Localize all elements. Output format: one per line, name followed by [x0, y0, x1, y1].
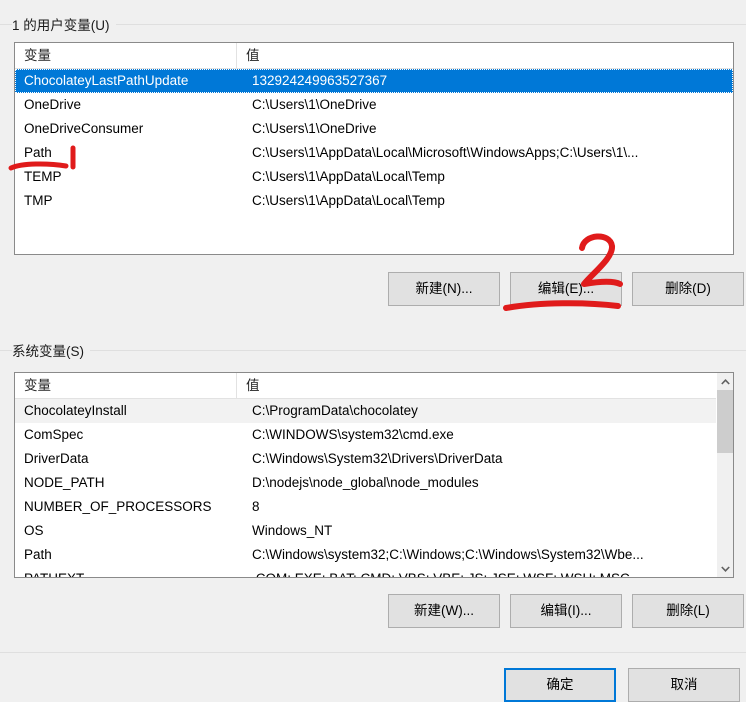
- table-row[interactable]: OS Windows_NT: [15, 519, 733, 543]
- user-edit-button[interactable]: 编辑(E)...: [510, 272, 622, 306]
- variable-value: C:\Windows\system32;C:\Windows;C:\Window…: [252, 547, 644, 562]
- table-row[interactable]: PATHEXT .COM;.EXE;.BAT;.CMD;.VBS;.VBE;.J…: [15, 567, 733, 577]
- variable-name: TEMP: [24, 169, 62, 184]
- table-row[interactable]: TMP C:\Users\1\AppData\Local\Temp: [15, 189, 733, 213]
- variable-value: .COM;.EXE;.BAT;.CMD;.VBS;.VBE;.JS;.JSE;.…: [243, 567, 733, 577]
- system-variables-list[interactable]: 变量 值 ChocolateyInstall C:\ProgramData\ch…: [14, 372, 734, 578]
- user-variables-list[interactable]: 变量 值 ChocolateyLastPathUpdate 1329242499…: [14, 42, 734, 255]
- user-variables-group-label: 1 的用户变量(U): [12, 14, 116, 34]
- system-list-scrollbar[interactable]: [716, 373, 733, 577]
- variable-name: DriverData: [24, 451, 89, 466]
- ok-button[interactable]: 确定: [504, 668, 616, 702]
- scrollbar-thumb[interactable]: [717, 390, 733, 453]
- table-row[interactable]: Path C:\Users\1\AppData\Local\Microsoft\…: [15, 141, 733, 165]
- user-list-header: 变量 值: [15, 43, 733, 69]
- variable-value: C:\Users\1\AppData\Local\Temp: [252, 169, 445, 184]
- user-new-button[interactable]: 新建(N)...: [388, 272, 500, 306]
- variable-name: ComSpec: [24, 427, 84, 442]
- chevron-up-icon[interactable]: [717, 373, 733, 390]
- variable-name: PATHEXT: [15, 567, 243, 577]
- table-row[interactable]: OneDriveConsumer C:\Users\1\OneDrive: [15, 117, 733, 141]
- chevron-down-icon[interactable]: [717, 560, 733, 577]
- system-delete-button[interactable]: 删除(L): [632, 594, 744, 628]
- system-group-divider: [0, 350, 746, 351]
- table-row[interactable]: DriverData C:\Windows\System32\Drivers\D…: [15, 447, 733, 471]
- cancel-button[interactable]: 取消: [628, 668, 740, 702]
- variable-value: C:\Users\1\OneDrive: [252, 97, 377, 112]
- system-column-header-name[interactable]: 变量: [15, 373, 237, 398]
- user-column-header-name[interactable]: 变量: [15, 43, 237, 68]
- footer-divider: [0, 652, 746, 653]
- variable-name: TMP: [24, 193, 53, 208]
- system-new-button[interactable]: 新建(W)...: [388, 594, 500, 628]
- user-delete-button[interactable]: 删除(D): [632, 272, 744, 306]
- variable-value: C:\Users\1\AppData\Local\Microsoft\Windo…: [252, 145, 639, 160]
- table-row[interactable]: ComSpec C:\WINDOWS\system32\cmd.exe: [15, 423, 733, 447]
- variable-name: NUMBER_OF_PROCESSORS: [24, 499, 212, 514]
- system-column-header-value[interactable]: 值: [237, 373, 733, 398]
- system-edit-button[interactable]: 编辑(I)...: [510, 594, 622, 628]
- variable-value: C:\ProgramData\chocolatey: [252, 403, 418, 418]
- system-list-header: 变量 值: [15, 373, 733, 399]
- variable-name: Path: [24, 547, 52, 562]
- variable-value: 132924249963527367: [252, 73, 388, 88]
- variable-name: ChocolateyLastPathUpdate: [24, 73, 189, 88]
- variable-value: C:\Users\1\AppData\Local\Temp: [252, 193, 445, 208]
- variable-name: NODE_PATH: [24, 475, 105, 490]
- table-row[interactable]: ChocolateyLastPathUpdate 132924249963527…: [15, 69, 733, 93]
- table-row[interactable]: TEMP C:\Users\1\AppData\Local\Temp: [15, 165, 733, 189]
- variable-value: C:\Users\1\OneDrive: [252, 121, 377, 136]
- variable-value: D:\nodejs\node_global\node_modules: [252, 475, 479, 490]
- variable-name: Path: [24, 145, 52, 160]
- variable-value: 8: [252, 499, 260, 514]
- variable-value: Windows_NT: [252, 523, 333, 538]
- table-row[interactable]: Path C:\Windows\system32;C:\Windows;C:\W…: [15, 543, 733, 567]
- variable-name: OneDrive: [24, 97, 82, 112]
- variable-name: OneDriveConsumer: [24, 121, 144, 136]
- variable-name: OS: [24, 523, 44, 538]
- user-column-header-value[interactable]: 值: [237, 43, 733, 68]
- table-row[interactable]: ChocolateyInstall C:\ProgramData\chocola…: [15, 399, 733, 423]
- table-row[interactable]: NODE_PATH D:\nodejs\node_global\node_mod…: [15, 471, 733, 495]
- variable-name: ChocolateyInstall: [24, 403, 127, 418]
- variable-value: C:\WINDOWS\system32\cmd.exe: [252, 427, 454, 442]
- system-list-body: ChocolateyInstall C:\ProgramData\chocola…: [15, 399, 733, 577]
- table-row[interactable]: OneDrive C:\Users\1\OneDrive: [15, 93, 733, 117]
- user-list-body: ChocolateyLastPathUpdate 132924249963527…: [15, 69, 733, 213]
- system-variables-group-label: 系统变量(S): [12, 340, 90, 360]
- table-row[interactable]: NUMBER_OF_PROCESSORS 8: [15, 495, 733, 519]
- variable-value: C:\Windows\System32\Drivers\DriverData: [252, 451, 503, 466]
